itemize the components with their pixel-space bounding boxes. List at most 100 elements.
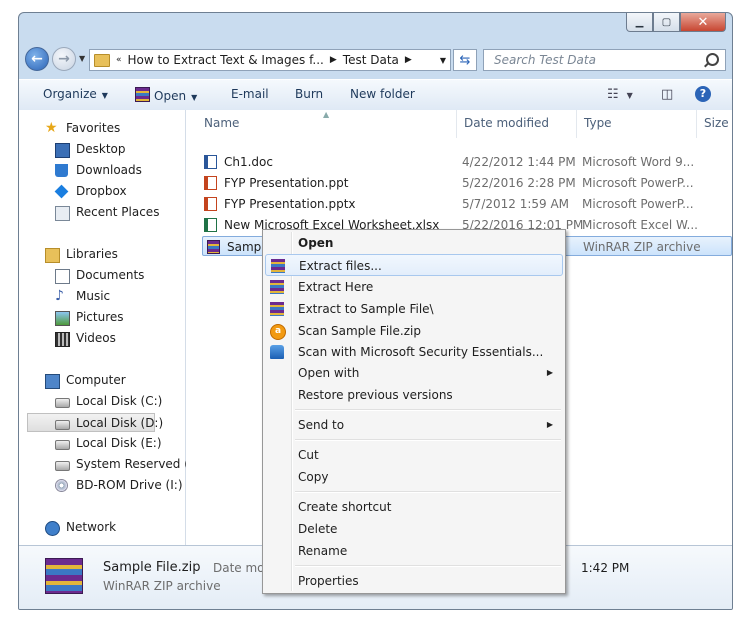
menu-item-rename[interactable]: Rename [265,540,563,562]
nav-item-system-reserved[interactable]: System Reserved (H: [55,455,202,474]
nav-item-desktop[interactable]: Desktop [55,140,126,159]
nav-libraries[interactable]: Libraries [45,245,118,264]
nav-item-local-disk-c[interactable]: Local Disk (C:) [55,392,162,411]
new-folder-button[interactable]: New folder [350,87,415,101]
menu-label: Cut [298,448,319,462]
nav-item-bd-rom[interactable]: BD-ROM Drive (I:) P: [55,476,198,495]
breadcrumb-arrow-icon[interactable]: ▶ [328,55,339,65]
preview-pane-button[interactable]: ◫ [661,87,673,102]
nav-item-recent-places[interactable]: Recent Places [55,203,159,222]
pictures-icon [55,311,70,326]
refresh-button[interactable]: ⇆ [453,49,477,71]
nav-label: Desktop [76,142,126,156]
address-bar[interactable]: « How to Extract Text & Images f... ▶ Te… [89,49,451,71]
menu-item-properties[interactable]: Properties [265,570,563,592]
file-row-fyp-pptx[interactable]: FYP Presentation.pptx 5/7/2012 1:59 AM M… [200,194,732,214]
nav-network[interactable]: Network [45,518,116,537]
nav-favorites[interactable]: ★ Favorites [45,119,120,138]
menu-item-extract-to[interactable]: Extract to Sample File\ [265,298,563,320]
optical-disc-icon [55,479,68,492]
column-header-name[interactable]: Name [204,116,239,130]
search-input[interactable]: Search Test Data [483,49,726,71]
column-divider[interactable] [456,110,457,138]
forward-button[interactable]: → [52,47,76,71]
menu-item-restore-versions[interactable]: Restore previous versions [265,384,563,406]
address-row: ← → ▼ « How to Extract Text & Images f..… [25,47,726,73]
maximize-button[interactable]: ▢ [653,13,680,32]
nav-label: Favorites [66,121,121,135]
nav-item-music[interactable]: ♪ Music [55,287,110,306]
help-button[interactable]: ? [695,86,711,102]
recent-pages-dropdown[interactable]: ▼ [79,54,85,63]
nav-label: Recent Places [76,205,160,219]
file-row-fyp-ppt[interactable]: FYP Presentation.ppt 5/22/2016 2:28 PM M… [200,173,732,193]
winrar-icon [135,87,150,102]
nav-computer[interactable]: Computer [45,371,126,390]
folder-icon [94,53,110,67]
chevron-down-icon: ▼ [191,93,198,102]
file-row-ch1-doc[interactable]: Ch1.doc 4/22/2012 1:44 PM Microsoft Word… [200,152,732,172]
back-button[interactable]: ← [25,47,49,71]
minimize-button[interactable]: ▁ [626,13,653,32]
file-name: FYP Presentation.ppt [224,176,349,190]
column-header-type[interactable]: Type [584,116,612,130]
breadcrumb-parent[interactable]: How to Extract Text & Images f... [124,53,328,67]
menu-item-scan-avast[interactable]: a Scan Sample File.zip [265,320,563,342]
file-type: Microsoft PowerP... [582,197,694,211]
search-icon[interactable] [706,53,719,66]
column-divider[interactable] [576,110,577,138]
file-type: Microsoft Word 9... [582,155,695,169]
menu-item-extract-here[interactable]: Extract Here [265,276,563,298]
menu-label: Rename [298,544,348,558]
chevron-down-icon: ▼ [626,91,633,100]
command-bar: Organize ▼ Open ▼ E-mail Burn New folder ☷… [19,79,732,111]
menu-item-copy[interactable]: Copy [265,466,563,488]
details-view-icon: ☷ [607,87,619,102]
menu-item-cut[interactable]: Cut [265,444,563,466]
menu-item-create-shortcut[interactable]: Create shortcut [265,496,563,518]
email-button[interactable]: E-mail [231,87,269,101]
nav-label: Downloads [76,163,142,177]
menu-label: Delete [298,522,338,536]
nav-label: Libraries [66,247,118,261]
nav-item-dropbox[interactable]: Dropbox [54,182,127,201]
column-header-size[interactable]: Size [704,116,729,130]
breadcrumb-current[interactable]: Test Data [339,53,403,67]
nav-label: Documents [76,268,145,282]
menu-item-send-to[interactable]: Send to ▶ [265,414,563,436]
nav-label: Pictures [76,310,124,324]
menu-label: Properties [298,574,359,588]
organize-button[interactable]: Organize ▼ [43,87,108,101]
address-dropdown-icon[interactable]: ▼ [440,56,446,65]
overflow-chevron-icon[interactable]: « [114,55,124,65]
change-view-button[interactable]: ☷ ▼ [607,87,633,102]
column-divider[interactable] [696,110,697,138]
menu-item-scan-mse[interactable]: Scan with Microsoft Security Essentials.… [265,341,563,363]
excel-icon [204,218,217,232]
file-date: 4/22/2012 1:44 PM [462,155,576,169]
avast-icon: a [270,324,286,340]
menu-item-extract-files[interactable]: Extract files... [265,254,563,276]
nav-item-downloads[interactable]: Downloads [55,161,142,180]
close-button[interactable]: ✕ [680,13,726,32]
menu-label: Extract Here [298,280,374,294]
nav-item-videos[interactable]: Videos [55,329,116,348]
nav-label: Local Disk (C:) [76,394,163,408]
burn-button[interactable]: Burn [295,87,323,101]
dropbox-icon [54,184,69,199]
column-headers: ▲ Name Date modified Type Size [186,110,732,140]
nav-item-documents[interactable]: Documents [55,266,144,285]
arrow-right-icon: → [58,51,70,67]
menu-item-delete[interactable]: Delete [265,518,563,540]
menu-item-open[interactable]: Open [265,232,563,254]
nav-item-local-disk-e[interactable]: Local Disk (E:) [55,434,162,453]
breadcrumb-arrow-icon[interactable]: ▶ [403,55,414,65]
menu-label: Open with [298,366,360,380]
menu-item-open-with[interactable]: Open with ▶ [265,362,563,384]
nav-item-pictures[interactable]: Pictures [55,308,124,327]
column-header-date[interactable]: Date modified [464,116,549,130]
details-file-name: Sample File.zip [103,560,201,575]
nav-item-local-disk-d[interactable]: Local Disk (D:) [27,413,163,432]
open-button[interactable]: Open ▼ [135,87,197,103]
menu-label: Extract to Sample File\ [298,302,434,316]
